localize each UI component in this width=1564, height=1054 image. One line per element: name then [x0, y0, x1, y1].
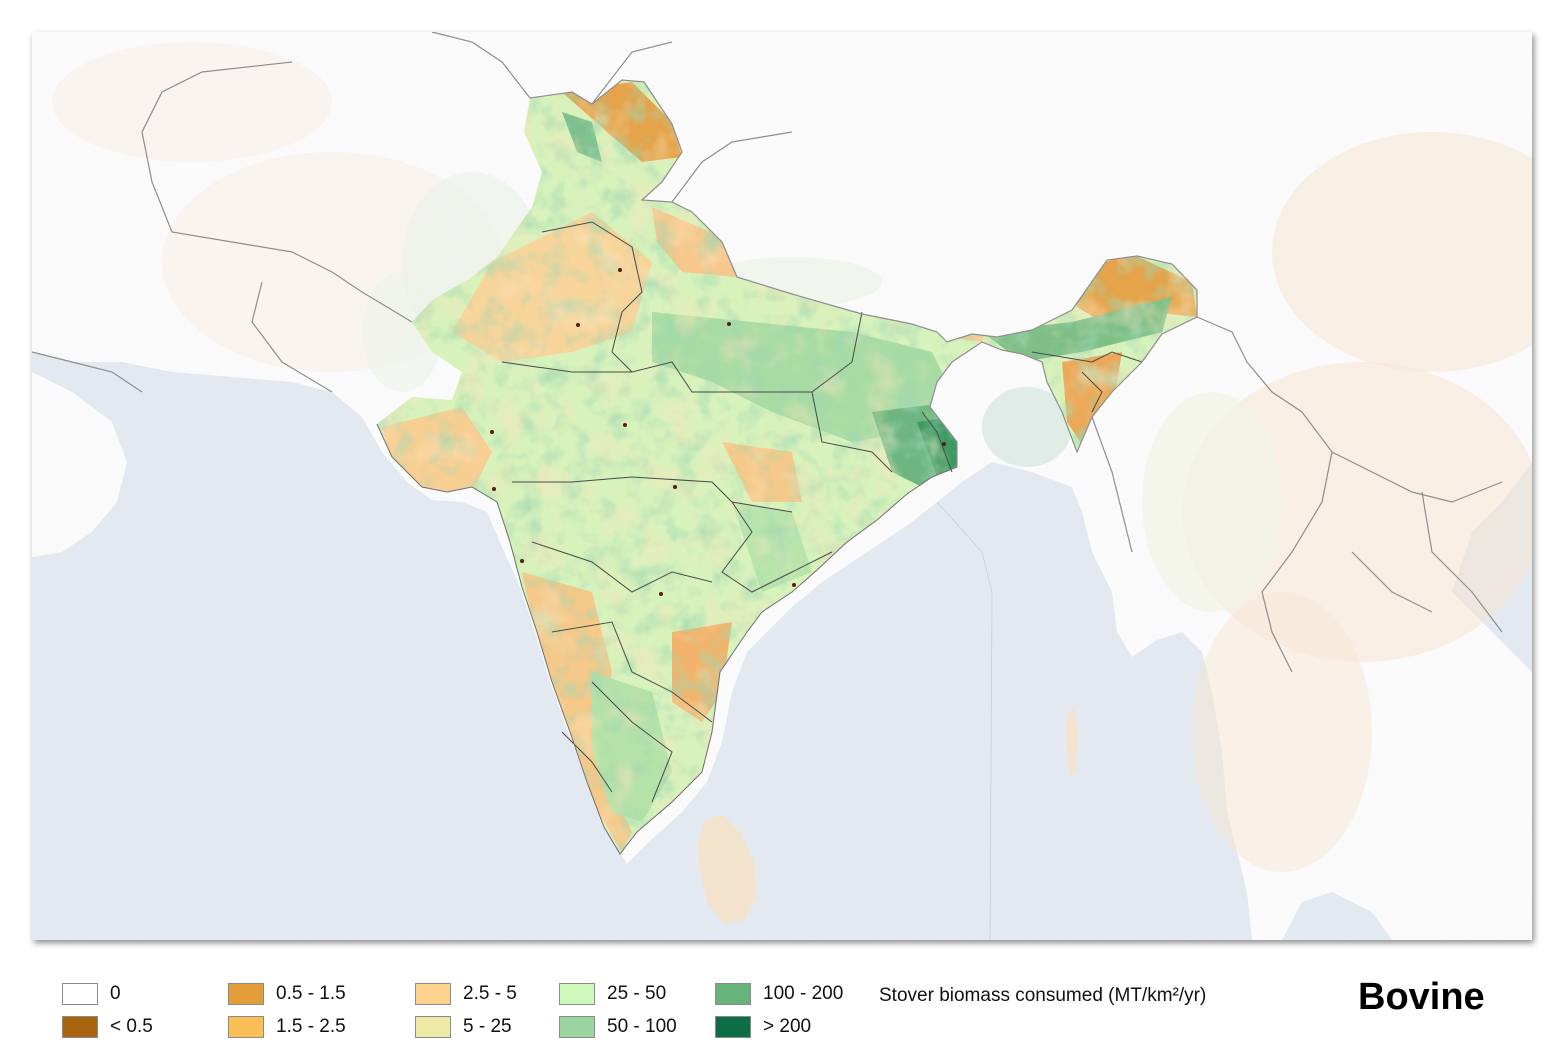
- legend-label: 1.5 - 2.5: [276, 1016, 346, 1037]
- legend-item: 1.5 - 2.5: [228, 1014, 346, 1040]
- legend-item: 100 - 200: [715, 981, 843, 1007]
- legend-label: < 0.5: [110, 1016, 153, 1037]
- legend-label: 2.5 - 5: [463, 983, 517, 1004]
- legend-swatch: [559, 1016, 595, 1038]
- legend-item: 0: [62, 981, 121, 1007]
- legend-swatch: [559, 983, 595, 1005]
- legend-swatch: [228, 1016, 264, 1038]
- legend-item: > 200: [715, 1014, 811, 1040]
- legend-item: 50 - 100: [559, 1014, 677, 1040]
- legend-label: 50 - 100: [607, 1016, 677, 1037]
- legend-item: 2.5 - 5: [415, 981, 517, 1007]
- legend-swatch: [62, 1016, 98, 1038]
- legend-swatch: [415, 983, 451, 1005]
- legend-label: > 200: [763, 1016, 812, 1037]
- legend-item: < 0.5: [62, 1014, 153, 1040]
- legend-label: 100 - 200: [763, 983, 844, 1004]
- map-title: Bovine: [1358, 976, 1485, 1018]
- legend-item: 0.5 - 1.5: [228, 981, 346, 1007]
- legend-swatch: [715, 1016, 751, 1038]
- legend-label: 0: [110, 983, 121, 1004]
- legend-swatch: [715, 983, 751, 1005]
- legend-title: Stover biomass consumed (MT/km²/yr): [879, 985, 1207, 1006]
- legend-item: 5 - 25: [415, 1014, 512, 1040]
- legend-label: 0.5 - 1.5: [276, 983, 346, 1004]
- legend-swatch: [415, 1016, 451, 1038]
- map-panel[interactable]: [32, 32, 1532, 940]
- legend-label: 5 - 25: [463, 1016, 512, 1037]
- map-canvas[interactable]: [32, 32, 1532, 940]
- legend-swatch: [228, 983, 264, 1005]
- legend-label: 25 - 50: [607, 983, 667, 1004]
- legend-swatch: [62, 983, 98, 1005]
- legend-item: 25 - 50: [559, 981, 666, 1007]
